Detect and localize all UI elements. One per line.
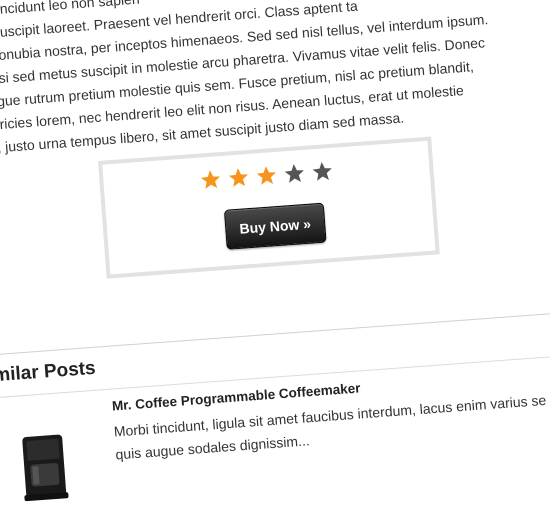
- article-body: andisse tincidunt leo non sapien isis or…: [0, 0, 550, 163]
- star-filled-icon[interactable]: [227, 166, 251, 190]
- star-rating[interactable]: [199, 160, 334, 192]
- star-filled-icon[interactable]: [255, 164, 279, 188]
- similar-posts-heading: Similar Posts: [0, 357, 97, 388]
- star-filled-icon[interactable]: [199, 168, 223, 192]
- coffeemaker-icon: [22, 434, 69, 502]
- star-empty-icon[interactable]: [311, 160, 335, 184]
- product-box: Buy Now »: [98, 136, 440, 279]
- page-content: andisse tincidunt leo non sapien isis or…: [0, 0, 550, 520]
- section-divider: [0, 306, 550, 359]
- star-empty-icon[interactable]: [283, 162, 307, 186]
- buy-now-button[interactable]: Buy Now »: [223, 202, 327, 250]
- coffeemaker-thumbnail[interactable]: [16, 430, 73, 504]
